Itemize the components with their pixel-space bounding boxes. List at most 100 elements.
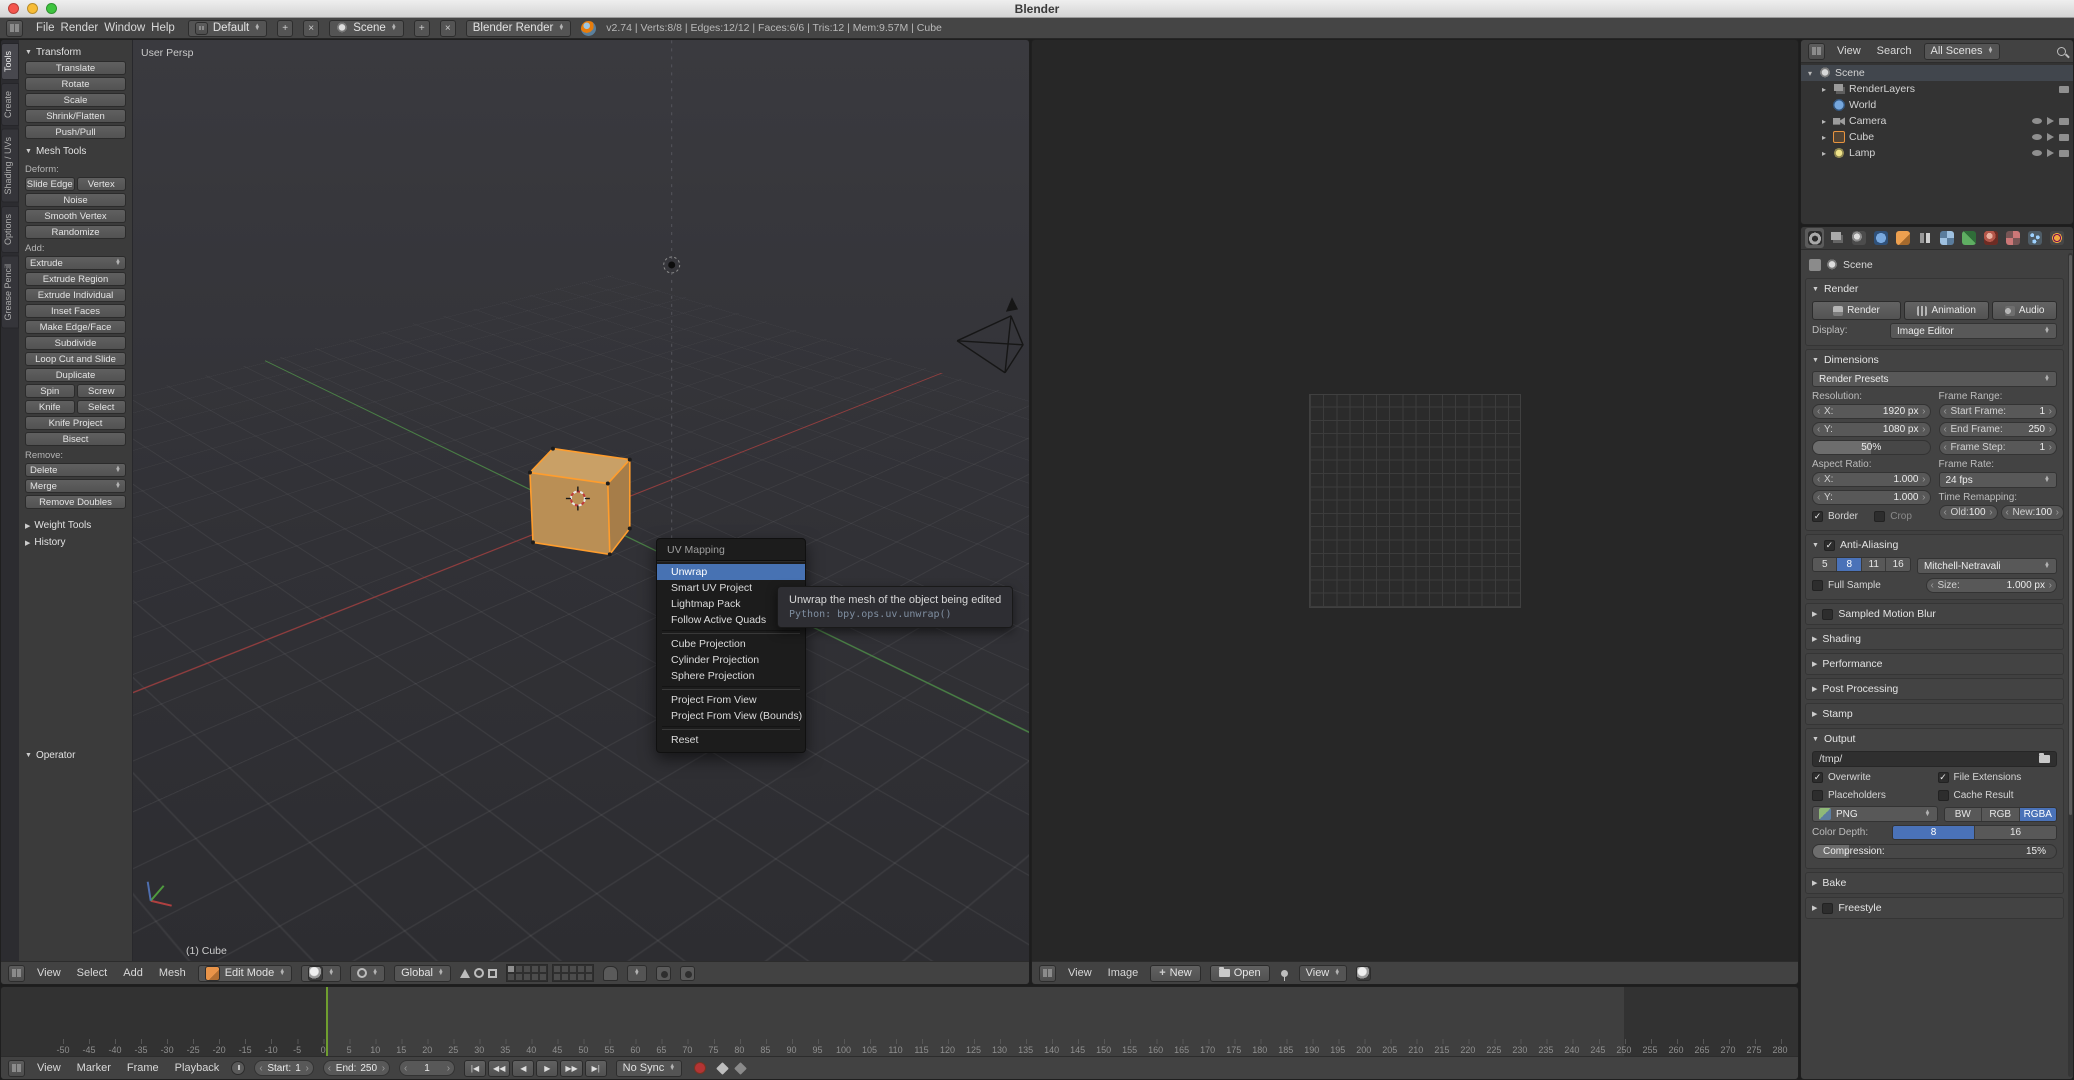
cube-object[interactable]: [527, 446, 632, 557]
header-menu-item[interactable]: View: [1834, 45, 1864, 57]
aa-size-field[interactable]: Size:1.000 px: [1925, 578, 2057, 593]
end-frame-field[interactable]: End Frame:250: [1938, 422, 2057, 437]
render-button[interactable]: Render: [1812, 301, 1901, 320]
toolshelf-tab[interactable]: Options: [1, 205, 19, 253]
header-menu-item[interactable]: View: [1065, 967, 1095, 979]
snap-element-selector[interactable]: [626, 964, 647, 982]
toolshelf-button[interactable]: Rotate: [25, 77, 126, 91]
header-menu-item[interactable]: Image: [1105, 967, 1142, 979]
pin-icon[interactable]: [1280, 969, 1288, 981]
properties-tab[interactable]: [1871, 228, 1890, 248]
toolshelf-button[interactable]: Duplicate: [25, 368, 126, 382]
menubar-item[interactable]: Window: [101, 22, 148, 34]
color-mode-button[interactable]: BW: [1944, 807, 1982, 821]
mode-selector[interactable]: Edit Mode: [197, 964, 293, 982]
expand-arrow-icon[interactable]: ▸: [1819, 133, 1829, 142]
panel-checkbox[interactable]: [1822, 608, 1834, 620]
toolshelf-dropdown[interactable]: Delete: [25, 463, 126, 477]
properties-tab[interactable]: [1915, 228, 1934, 248]
keyframe-insert-icon[interactable]: [734, 1061, 748, 1075]
rotate-manipulator-icon[interactable]: [473, 968, 484, 978]
renderability-camera-icon[interactable]: [2059, 133, 2069, 141]
overwrite-checkbox[interactable]: ✓ Overwrite: [1812, 770, 1932, 785]
camera-object[interactable]: [956, 297, 1024, 374]
context-back-icon[interactable]: [1809, 259, 1821, 271]
outliner-row[interactable]: ▸ Camera: [1801, 113, 2073, 129]
editor-type-icon[interactable]: [8, 964, 25, 982]
color-mode-button[interactable]: RGBA: [2019, 807, 2056, 821]
layers-widget[interactable]: [505, 964, 594, 982]
outliner-row[interactable]: World: [1801, 97, 2073, 113]
header-menu-item[interactable]: Search: [1874, 45, 1915, 57]
outliner-row[interactable]: ▸ Cube: [1801, 129, 2073, 145]
menu-item[interactable]: Cube Projection: [657, 636, 805, 652]
header-menu-item[interactable]: View: [34, 1062, 64, 1074]
header-menu-item[interactable]: Add: [120, 967, 146, 979]
properties-tab[interactable]: [1849, 228, 1868, 248]
toolshelf-button[interactable]: Extrude Region: [25, 272, 126, 286]
header-menu-item[interactable]: Playback: [172, 1062, 223, 1074]
toolshelf-button[interactable]: Extrude Individual: [25, 288, 126, 302]
transport-button[interactable]: ▶|: [584, 1059, 607, 1077]
panel-header-history[interactable]: History: [25, 534, 126, 551]
render-engine-selector[interactable]: Blender Render: [465, 19, 572, 37]
visibility-eye-icon[interactable]: [2032, 118, 2042, 124]
color-depth-button[interactable]: 8: [1893, 826, 1975, 839]
toolshelf-button[interactable]: Spin: [25, 384, 75, 398]
properties-panel-collapsed[interactable]: Bake: [1805, 872, 2064, 894]
new-image-button[interactable]: + New: [1150, 964, 1201, 982]
aa-checkbox[interactable]: ✓: [1823, 539, 1835, 551]
toolshelf-button[interactable]: Scale: [25, 93, 126, 107]
properties-tab[interactable]: [2003, 228, 2022, 248]
audio-button[interactable]: Audio: [1992, 301, 2057, 320]
menu-item[interactable]: [662, 726, 800, 730]
outliner-item-label[interactable]: Camera: [1849, 115, 2028, 127]
panel-header-mesh-tools[interactable]: Mesh Tools: [25, 143, 126, 160]
toolshelf-button[interactable]: Subdivide: [25, 336, 126, 350]
toolshelf-button[interactable]: Shrink/Flatten: [25, 109, 126, 123]
toolshelf-button[interactable]: Translate: [25, 61, 126, 75]
aa-sample-button[interactable]: 5: [1813, 558, 1838, 571]
properties-tab[interactable]: [1827, 228, 1846, 248]
outliner-row[interactable]: ▸ RenderLayers: [1801, 81, 2073, 97]
header-menu-item[interactable]: Marker: [74, 1062, 114, 1074]
add-layout-button[interactable]: +: [277, 19, 294, 37]
toolshelf-button[interactable]: Make Edge/Face: [25, 320, 126, 334]
menu-item[interactable]: Cylinder Projection: [657, 652, 805, 668]
animation-button[interactable]: Animation: [1903, 301, 1990, 320]
color-depth-button[interactable]: 16: [1975, 826, 2056, 839]
start-frame-field[interactable]: Start Frame:1: [1938, 404, 2057, 419]
properties-panel-collapsed[interactable]: Post Processing: [1805, 678, 2064, 700]
properties-tab[interactable]: [1959, 228, 1978, 248]
toolshelf-button[interactable]: Knife: [25, 400, 75, 414]
properties-tab[interactable]: [1937, 228, 1956, 248]
keying-set-icon[interactable]: [716, 1061, 730, 1075]
toolshelf-button[interactable]: Noise: [25, 193, 126, 207]
expand-arrow-icon[interactable]: ▸: [1819, 117, 1829, 126]
file-format-selector[interactable]: PNG: [1812, 806, 1938, 822]
toolshelf-button[interactable]: Vertex: [76, 177, 126, 191]
aa-filter-selector[interactable]: Mitchell-Netravali: [1916, 558, 2057, 574]
expand-arrow-icon[interactable]: ▸: [1819, 85, 1829, 94]
border-checkbox[interactable]: ✓ Border: [1812, 509, 1868, 524]
panel-header-anti-aliasing[interactable]: ✓Anti-Aliasing: [1812, 536, 2057, 554]
menu-item[interactable]: [662, 686, 800, 690]
editor-type-icon[interactable]: [1039, 964, 1056, 982]
expand-arrow-icon[interactable]: ▸: [1819, 149, 1829, 158]
menu-item[interactable]: [662, 630, 800, 634]
visibility-eye-icon[interactable]: [2032, 134, 2042, 140]
toolshelf-button[interactable]: Knife Project: [25, 416, 126, 430]
menu-item[interactable]: Project From View: [657, 692, 805, 708]
preview-range-icon[interactable]: [231, 1061, 246, 1075]
color-mode-button[interactable]: RGB: [1982, 807, 2020, 821]
timeline-area[interactable]: -50 -45 -40 -35 -30 -25 -20 -15 -10 -5 0 5 10 15 20 25 3…: [0, 986, 1799, 1080]
remap-old-field[interactable]: Old:100: [1938, 505, 1998, 520]
menubar-item[interactable]: Render: [58, 22, 102, 34]
outliner-row[interactable]: ▾ Scene: [1801, 65, 2073, 81]
header-menu-item[interactable]: Mesh: [156, 967, 189, 979]
properties-tab[interactable]: [1893, 228, 1912, 248]
transport-button[interactable]: ◀: [512, 1059, 535, 1077]
opengl-render-anim-icon[interactable]: [679, 965, 695, 981]
properties-area[interactable]: Scene Render Render Animation Audio Disp…: [1800, 226, 2074, 1080]
expand-arrow-icon[interactable]: ▾: [1805, 69, 1815, 78]
